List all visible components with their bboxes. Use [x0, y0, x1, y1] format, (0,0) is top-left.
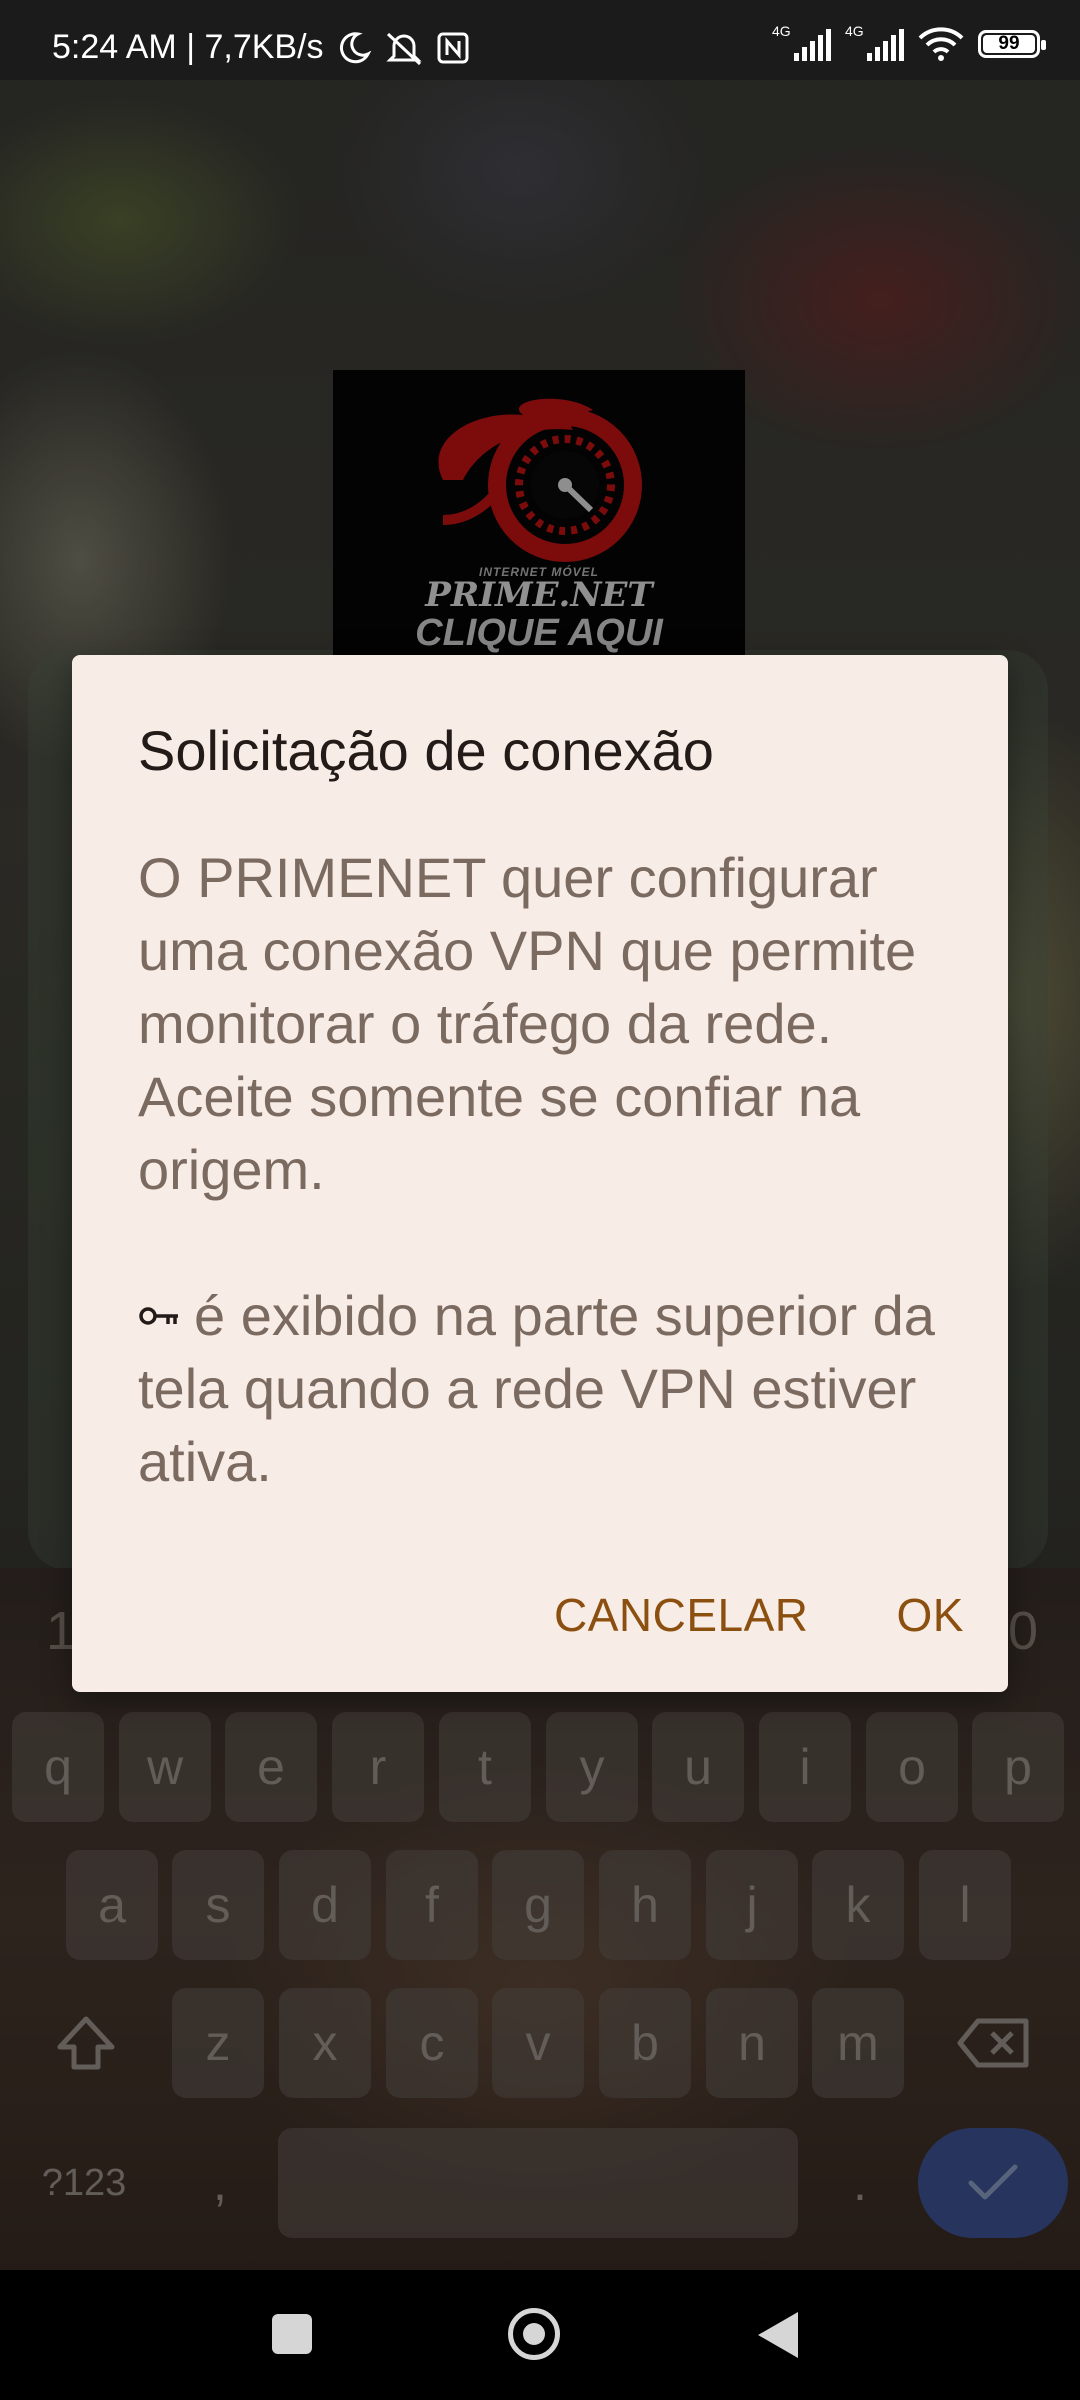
battery-level: 99	[998, 33, 1020, 54]
notifications-muted-icon	[385, 32, 422, 65]
dialog-message-paragraph: O PRIMENET quer configurar uma conexão V…	[138, 846, 917, 1201]
network-type-2: 4G	[845, 23, 864, 39]
status-time-speed: 5:24 AM | 7,7KB/s	[52, 28, 324, 66]
back-icon[interactable]	[758, 2312, 798, 2358]
do-not-disturb-moon-icon	[339, 31, 371, 63]
dialog-message: O PRIMENET quer configurar uma conexão V…	[138, 841, 978, 1498]
nfc-icon	[437, 32, 469, 63]
dialog-title: Solicitação de conexão	[138, 719, 714, 782]
network-type-1: 4G	[772, 23, 791, 39]
dialog-vpn-note: é exibido na parte superior da tela quan…	[138, 1284, 935, 1493]
cellular-signal-1-icon: 4G	[772, 23, 831, 61]
ok-button[interactable]: OK	[853, 1588, 1008, 1642]
status-bar: 5:24 AM | 7,7KB/s 4G 4G 99	[0, 0, 1080, 80]
wifi-icon	[918, 27, 964, 61]
dialog-actions: CANCELAR OK	[510, 1588, 1008, 1642]
cellular-signal-2-icon: 4G	[845, 23, 904, 61]
navigation-bar	[0, 2270, 1080, 2400]
vpn-key-icon	[139, 1307, 178, 1325]
battery-icon: 99	[978, 30, 1046, 58]
vpn-connection-request-dialog: Solicitação de conexão O PRIMENET quer c…	[72, 655, 1008, 1692]
recent-apps-icon[interactable]	[272, 2314, 312, 2354]
cancel-button[interactable]: CANCELAR	[510, 1588, 853, 1642]
home-icon[interactable]	[508, 2308, 560, 2360]
